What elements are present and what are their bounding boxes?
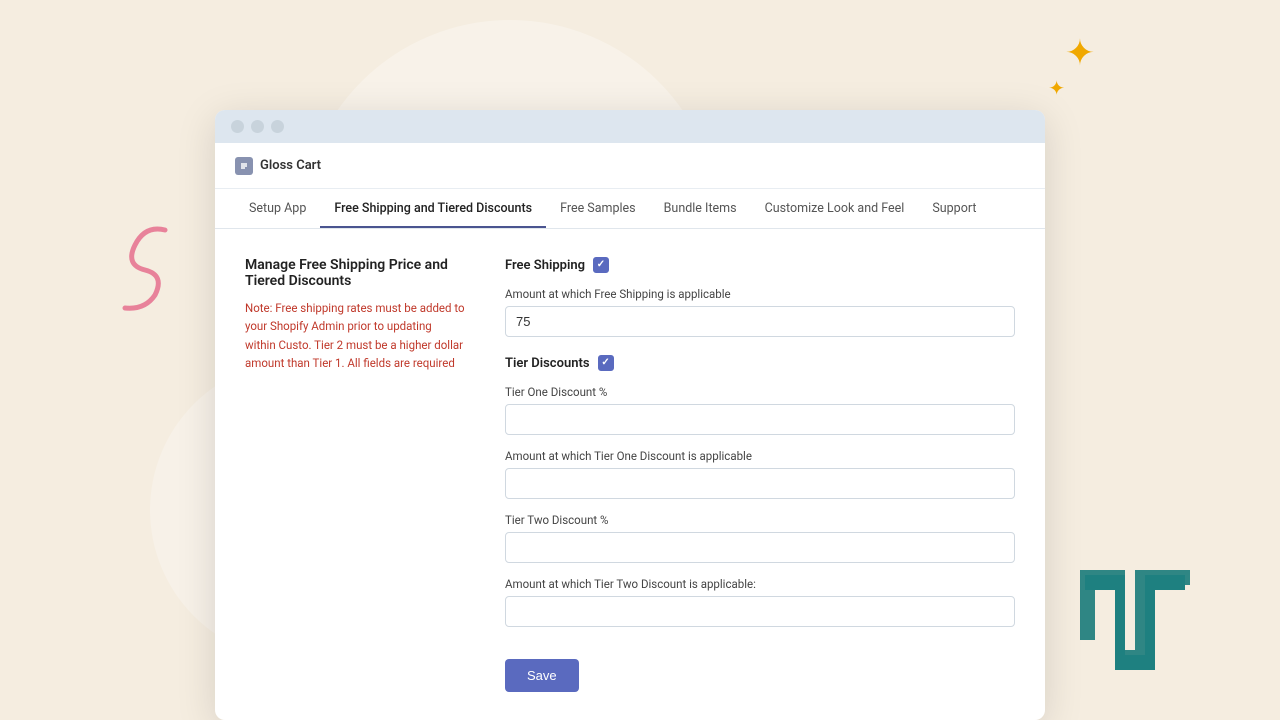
free-shipping-amount-input[interactable] xyxy=(505,306,1015,337)
tier-one-amount-label: Amount at which Tier One Discount is app… xyxy=(505,449,1015,463)
free-shipping-label: Free Shipping xyxy=(505,258,585,273)
app-navbar: Gloss Cart xyxy=(215,143,1045,189)
tier-discounts-header: Tier Discounts xyxy=(505,355,1015,371)
right-panel: Free Shipping Amount at which Free Shipp… xyxy=(505,257,1015,692)
free-shipping-checkbox[interactable] xyxy=(593,257,609,273)
browser-dot-3 xyxy=(271,120,284,133)
tier-two-discount-group: Tier Two Discount % xyxy=(505,513,1015,563)
browser-dot-1 xyxy=(231,120,244,133)
tier-two-discount-label: Tier Two Discount % xyxy=(505,513,1015,527)
deco-squiggle xyxy=(85,220,205,320)
free-shipping-header: Free Shipping xyxy=(505,257,1015,273)
deco-v-shape xyxy=(1070,560,1200,690)
browser-dot-2 xyxy=(251,120,264,133)
free-shipping-amount-label: Amount at which Free Shipping is applica… xyxy=(505,287,1015,301)
save-button[interactable]: Save xyxy=(505,659,579,692)
tab-free-samples[interactable]: Free Samples xyxy=(546,201,650,228)
deco-star-small: ✦ xyxy=(1048,78,1065,98)
app-name: Gloss Cart xyxy=(260,158,321,173)
section-title: Manage Free Shipping Price and Tiered Di… xyxy=(245,257,465,289)
tabs-bar: Setup App Free Shipping and Tiered Disco… xyxy=(215,189,1045,229)
tier-discounts-label: Tier Discounts xyxy=(505,356,590,371)
tab-setup-app[interactable]: Setup App xyxy=(235,201,320,228)
tier-one-amount-input[interactable] xyxy=(505,468,1015,499)
app-logo-icon xyxy=(235,157,253,175)
tab-customize[interactable]: Customize Look and Feel xyxy=(751,201,919,228)
browser-titlebar xyxy=(215,110,1045,143)
tier-one-discount-label: Tier One Discount % xyxy=(505,385,1015,399)
deco-star-large: ✦ xyxy=(1065,35,1095,71)
tier-two-amount-input[interactable] xyxy=(505,596,1015,627)
tier-one-discount-group: Tier One Discount % xyxy=(505,385,1015,435)
tier-discounts-checkbox[interactable] xyxy=(598,355,614,371)
tier-discounts-section: Tier Discounts Tier One Discount % Amoun… xyxy=(505,355,1015,627)
left-panel: Manage Free Shipping Price and Tiered Di… xyxy=(245,257,465,692)
free-shipping-amount-group: Amount at which Free Shipping is applica… xyxy=(505,287,1015,337)
note-text: Note: Free shipping rates must be added … xyxy=(245,299,465,373)
tier-one-amount-group: Amount at which Tier One Discount is app… xyxy=(505,449,1015,499)
main-content: Manage Free Shipping Price and Tiered Di… xyxy=(215,229,1045,720)
tier-two-amount-group: Amount at which Tier Two Discount is app… xyxy=(505,577,1015,627)
tab-bundle-items[interactable]: Bundle Items xyxy=(650,201,751,228)
tier-two-amount-label: Amount at which Tier Two Discount is app… xyxy=(505,577,1015,591)
app-logo: Gloss Cart xyxy=(235,157,321,175)
tab-support[interactable]: Support xyxy=(918,201,990,228)
browser-window: Gloss Cart Setup App Free Shipping and T… xyxy=(215,110,1045,720)
tab-free-shipping[interactable]: Free Shipping and Tiered Discounts xyxy=(320,201,546,228)
tier-two-discount-input[interactable] xyxy=(505,532,1015,563)
tier-one-discount-input[interactable] xyxy=(505,404,1015,435)
